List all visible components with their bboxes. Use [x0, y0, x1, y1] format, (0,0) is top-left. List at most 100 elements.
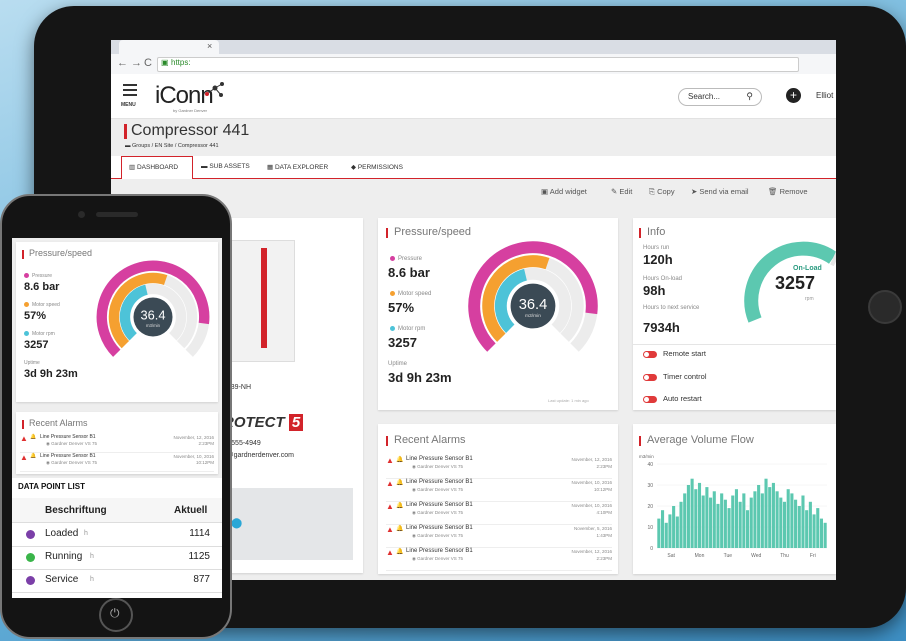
auto-restart-toggle[interactable]	[643, 395, 657, 403]
alarm-row[interactable]: ▲ 🔔 Line Pressure Sensor B1 ◉ Gardner De…	[386, 479, 612, 502]
info-accent	[639, 228, 641, 238]
alarm-time: 2:23PM	[596, 464, 612, 469]
auto-restart-label: Auto restart	[663, 394, 702, 403]
browser-tabstrip	[111, 40, 836, 54]
y-tick-label: 0	[650, 546, 653, 552]
flow-bar	[816, 508, 820, 548]
flow-bar	[764, 478, 768, 548]
add-widget-button[interactable]: ▣ Add widget	[541, 187, 587, 196]
dpl-col-value: Aktuell	[174, 505, 208, 516]
menu-label[interactable]: MENU	[121, 102, 136, 108]
motor-speed-label-text: Motor speed	[398, 291, 432, 298]
hours-run-label: Hours run	[643, 245, 670, 251]
search-icon[interactable]: ⚲	[746, 91, 753, 102]
flow-bar	[701, 495, 705, 548]
dpl-row[interactable]: Service h 877	[12, 570, 222, 593]
gauge-label: On-Load	[793, 265, 822, 272]
alarm-name: Line Pressure Sensor B1	[406, 456, 473, 462]
gauge-center-value: 36.4	[141, 307, 166, 322]
phone-motor-speed-label: Motor speed	[24, 302, 60, 308]
auto-restart-row[interactable]: Auto restart	[643, 394, 702, 403]
phone-alarms-accent	[22, 420, 24, 429]
flow-bar	[705, 487, 709, 548]
alarm-time: 1:43PM	[596, 533, 612, 538]
dpl-row[interactable]: Loaded h 1114	[12, 524, 222, 547]
phone-motor-rpm-label: Motor rpm	[24, 331, 55, 337]
phone-pressure-dot	[24, 273, 29, 279]
alarms-accent	[386, 436, 388, 446]
phone-pressure-value: 8.6 bar	[24, 281, 60, 293]
forward-icon[interactable]: →	[131, 57, 142, 69]
phone-motor-rpm-value: 3257	[24, 339, 49, 351]
map-pin-icon[interactable]: ⬤	[231, 518, 242, 529]
asset-email[interactable]: k@gardnerdenver.com	[223, 452, 294, 459]
close-tab-icon[interactable]: ×	[207, 41, 212, 51]
alarm-row[interactable]: ▲ 🔔 Line Pressure Sensor B1 ◉ Gardner De…	[386, 548, 612, 571]
alarm-row[interactable]: ▲ 🔔 Line Pressure Sensor B1 ◉ Gardner De…	[386, 525, 612, 548]
back-icon[interactable]: ←	[117, 57, 128, 69]
bell-icon: 🔔	[396, 503, 404, 509]
alarm-row[interactable]: ▲ 🔔 Line Pressure Sensor B1 ◉ Gardner De…	[20, 434, 214, 453]
timer-control-row[interactable]: Timer control	[643, 372, 706, 381]
flow-bar	[757, 485, 761, 548]
alarm-row[interactable]: ▲ 🔔 Line Pressure Sensor B1 ◉ Gardner De…	[20, 453, 214, 472]
logo-subtitle: by Gardner Denver	[173, 108, 208, 113]
tab-dashboard[interactable]: ▥ DASHBOARD	[129, 163, 178, 171]
motor-rpm-label-text: Motor rpm	[398, 326, 426, 333]
copy-button[interactable]: ⎘ Copy	[649, 187, 675, 197]
alarm-name: Line Pressure Sensor B1	[406, 548, 473, 554]
tab-data-explorer[interactable]: ▦ DATA EXPLORER	[267, 163, 328, 171]
tab-data-explorer-label: DATA EXPLORER	[274, 164, 329, 171]
location-map[interactable]	[223, 488, 353, 560]
flow-bar	[779, 497, 783, 548]
flow-bar	[768, 487, 772, 548]
brand-number: 5	[288, 414, 304, 431]
alarm-row[interactable]: ▲ 🔔 Line Pressure Sensor B1 ◉ Gardner De…	[386, 456, 612, 479]
bell-icon: 🔔	[396, 457, 404, 463]
address-bar[interactable]	[157, 57, 799, 72]
remote-start-toggle[interactable]	[643, 350, 657, 358]
bell-icon: 🔔	[396, 480, 404, 486]
alarm-date: November, 12, 2016	[571, 457, 612, 462]
tab-permissions[interactable]: ◆ PERMISSIONS	[351, 163, 403, 171]
alarm-date: November, 10, 2016	[571, 503, 612, 508]
timer-control-toggle[interactable]	[643, 373, 657, 381]
gauge-center-unit: m3/min	[525, 313, 541, 319]
flow-bar	[738, 501, 742, 548]
y-tick-label: 40	[647, 462, 653, 468]
info-card: Info Hours run 120h Hours On-load 98h Ho…	[633, 218, 836, 410]
phone-speed-dot	[24, 302, 29, 308]
remote-start-row[interactable]: Remote start	[643, 349, 706, 358]
add-icon[interactable]: +	[786, 88, 801, 103]
breadcrumb[interactable]: ▬ Groups / EN Site / Compressor 441	[125, 143, 219, 149]
menu-icon[interactable]	[123, 84, 137, 99]
power-icon[interactable]: ⏻	[110, 606, 120, 621]
remove-button[interactable]: 🗑 Remove	[768, 187, 808, 196]
copy-label: Copy	[657, 187, 675, 196]
warning-icon: ▲	[386, 479, 394, 488]
search-input[interactable]: Search... ⚲	[678, 88, 762, 106]
flow-bar	[679, 501, 683, 548]
dpl-row[interactable]: Running h 1125	[12, 547, 222, 570]
brand-text: ROTECT	[223, 414, 285, 431]
x-tick-label: Fri	[810, 553, 816, 559]
flow-bar	[782, 501, 787, 548]
flow-bar	[823, 522, 827, 548]
phone-alarms-title: Recent Alarms	[29, 418, 88, 428]
compressor-stripe	[261, 248, 267, 348]
flow-bar	[657, 518, 661, 548]
phone-motor-speed-label-text: Motor speed	[32, 302, 60, 308]
alarm-row[interactable]: ▲ 🔔 Line Pressure Sensor B1 ◉ Gardner De…	[386, 502, 612, 525]
phone-screen: Pressure/speed Pressure 8.6 bar Motor sp…	[12, 238, 222, 598]
send-email-button[interactable]: ➤ Send via email	[691, 187, 749, 196]
edit-button[interactable]: ✎ Edit	[611, 187, 632, 196]
user-name[interactable]: Elliot	[816, 91, 833, 100]
dpl-value: 1114	[189, 528, 210, 539]
warning-icon: ▲	[386, 502, 394, 511]
reload-icon[interactable]: C	[144, 57, 152, 69]
browser-tab[interactable]	[119, 40, 219, 54]
y-tick-label: 20	[647, 504, 653, 510]
y-tick-label: 10	[647, 525, 653, 531]
tab-sub-assets[interactable]: ▬ SUB ASSETS	[201, 163, 250, 170]
alarm-source: ◉ Gardner Denver VS 75	[412, 556, 463, 561]
